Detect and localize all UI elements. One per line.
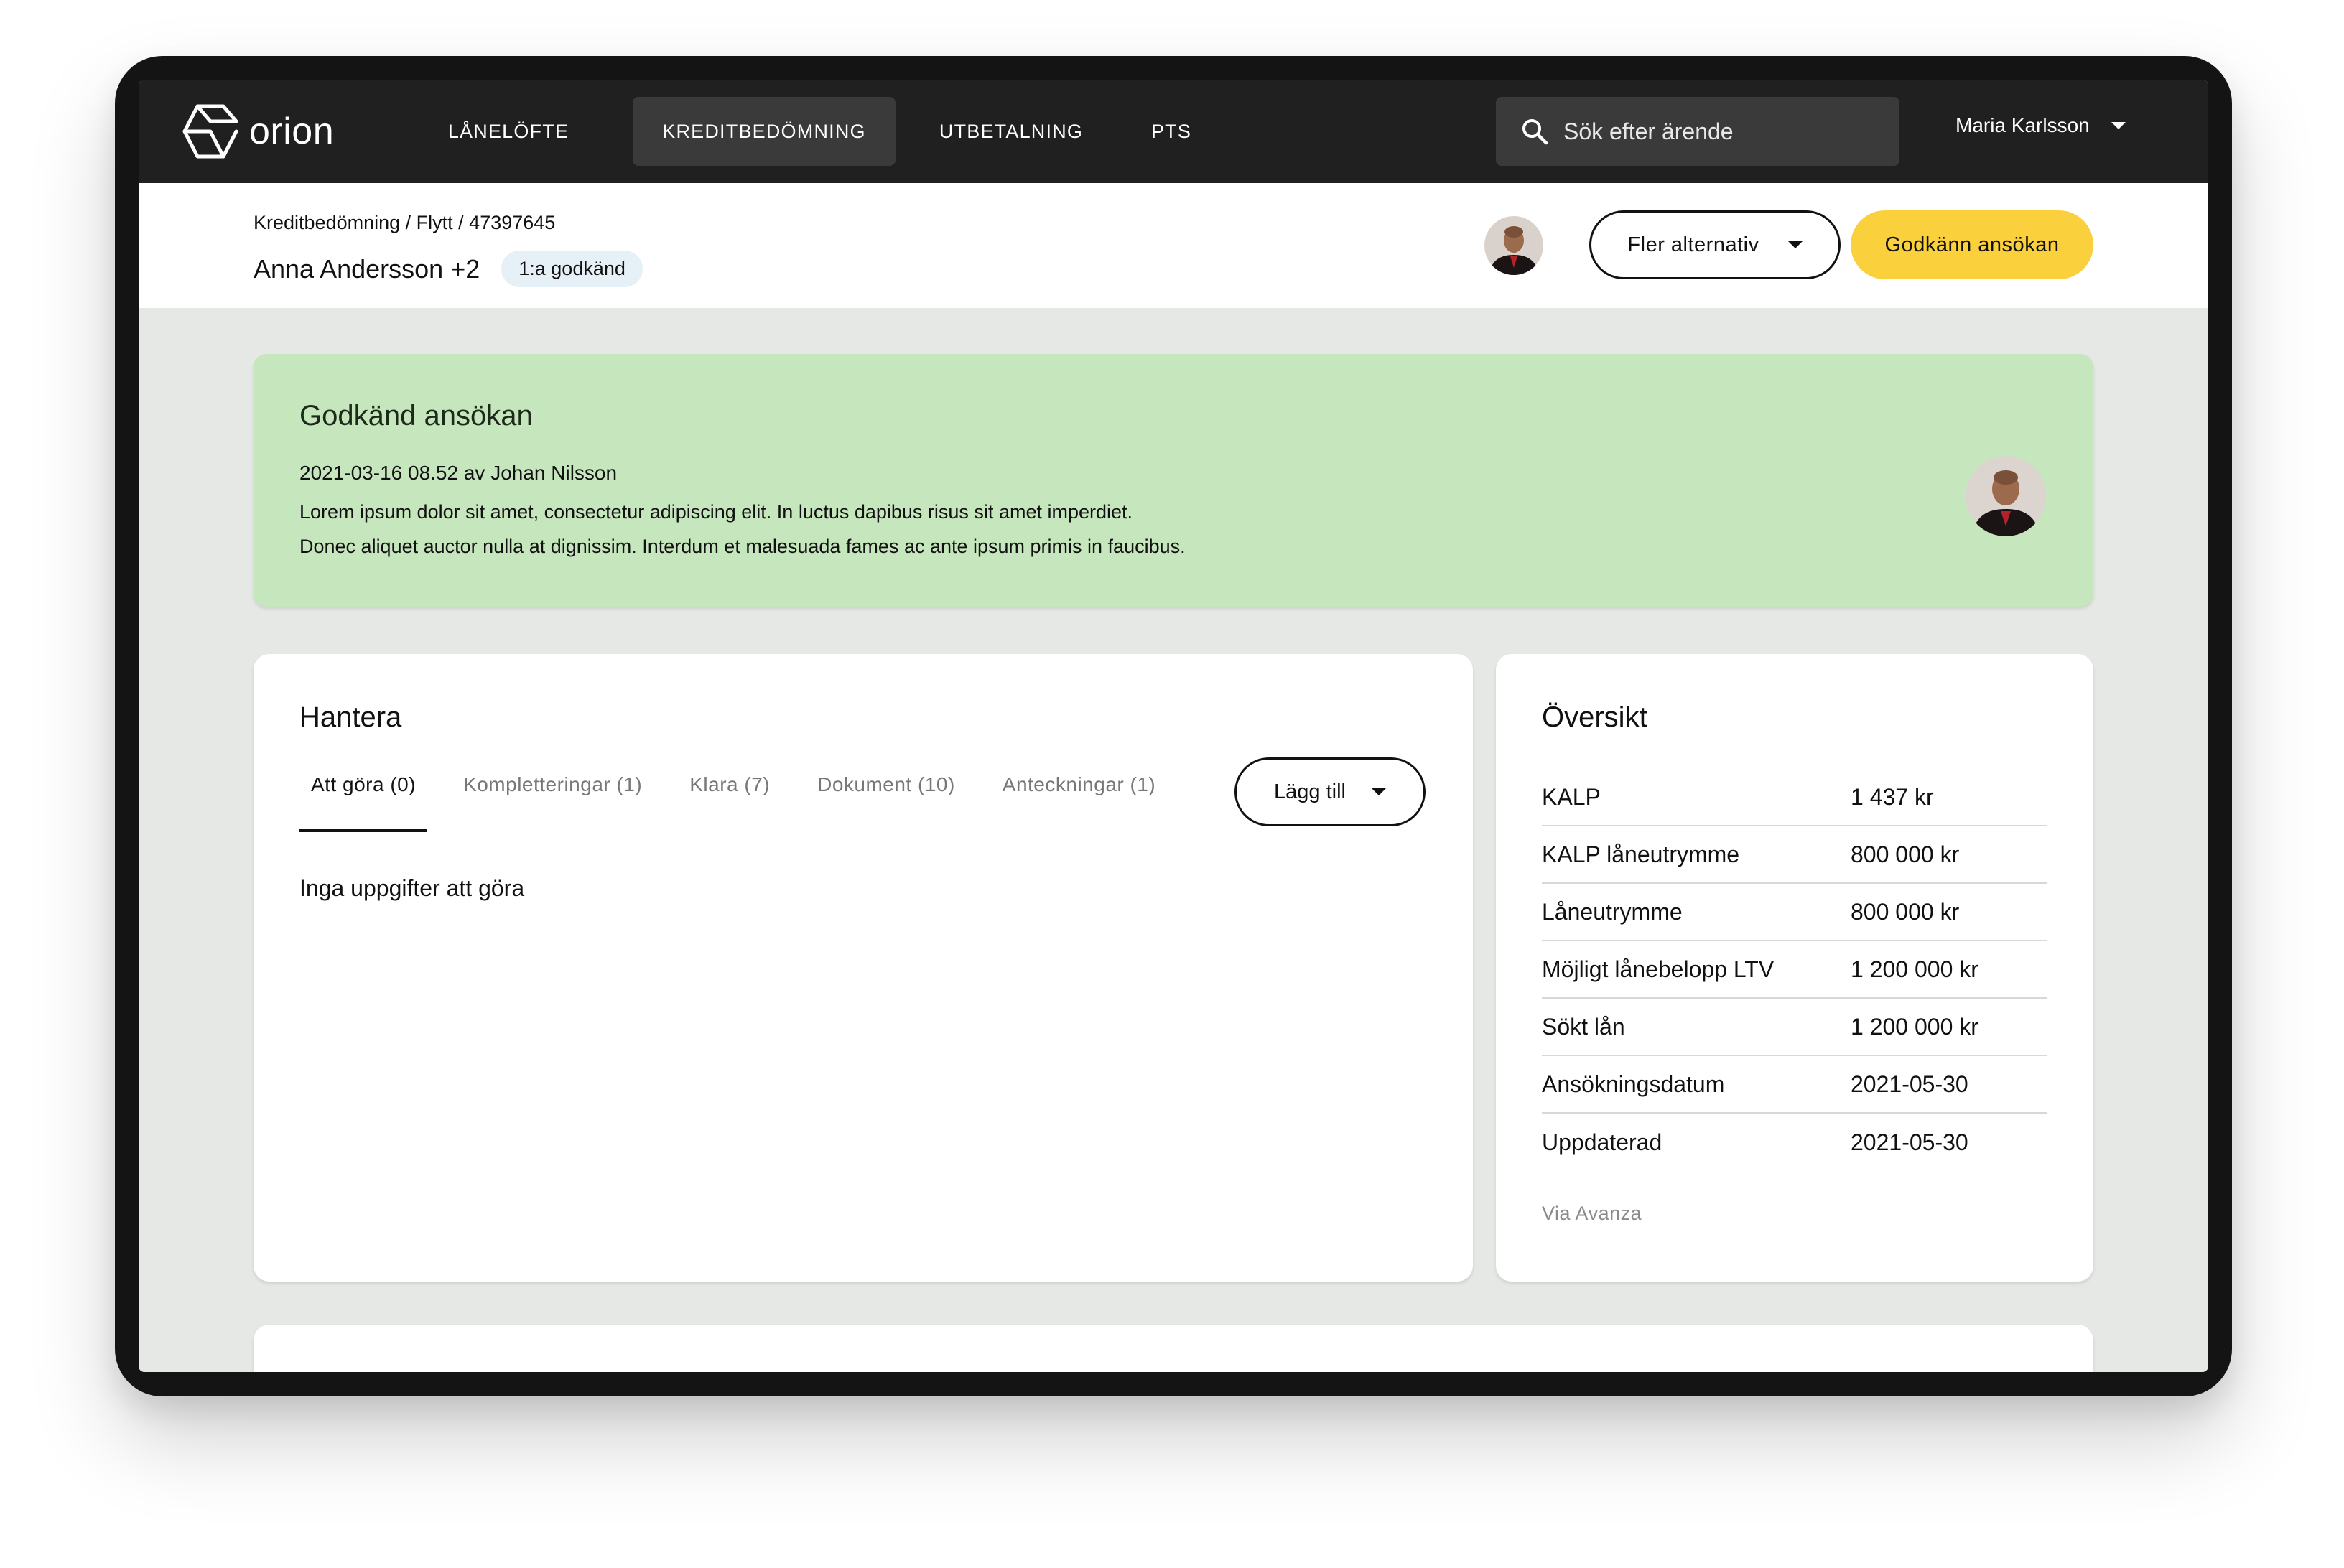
nav-item-pts[interactable]: PTS [1114, 97, 1229, 166]
approve-application-button[interactable]: Godkänn ansökan [1851, 210, 2093, 279]
nav-item-utbetalning[interactable]: UTBETALNING [921, 97, 1101, 166]
manage-title: Hantera [299, 701, 402, 733]
banner-meta: 2021-03-16 08.52 av Johan Nilsson [299, 462, 618, 484]
breadcrumb-item: 47397645 [469, 212, 556, 233]
banner-line: Donec aliquet auctor nulla at dignissim.… [299, 536, 1186, 557]
overview-row: KALP låneutrymme 800 000 kr [1542, 826, 2047, 884]
device-frame: orion LÅNELÖFTE KREDITBEDÖMNING UTBETALN… [115, 56, 2232, 1396]
app-screen: orion LÅNELÖFTE KREDITBEDÖMNING UTBETALN… [139, 80, 2208, 1372]
source-text: Via Avanza [1542, 1203, 1642, 1224]
overview-row: Möjligt lånebelopp LTV 1 200 000 kr [1542, 941, 2047, 999]
caret-down-icon [1371, 788, 1386, 795]
overview-value: 800 000 kr [1851, 841, 1960, 867]
approver-avatar[interactable] [1966, 456, 2046, 536]
overview-value: 2021-05-30 [1851, 1070, 1968, 1097]
overview-row: Uppdaterad 2021-05-30 [1542, 1114, 2047, 1171]
logo[interactable]: orion [182, 104, 334, 159]
overview-card: Översikt KALP 1 437 kr KALP låneutrymme … [1496, 654, 2093, 1282]
avatar-image [1966, 456, 2046, 536]
caret-down-icon [1787, 241, 1803, 248]
breadcrumb-item[interactable]: Flytt [417, 212, 453, 234]
breadcrumb-item[interactable]: Kreditbedömning [254, 212, 400, 234]
overview-value: 1 437 kr [1851, 783, 1934, 810]
avatar[interactable] [1484, 216, 1543, 275]
tab-dokument[interactable]: Dokument (10) [806, 770, 967, 832]
overview-row: Ansökningsdatum 2021-05-30 [1542, 1056, 2047, 1114]
status-badge: 1:a godkänd [501, 251, 643, 287]
overview-value: 1 200 000 kr [1851, 956, 1978, 982]
overview-label: KALP [1542, 783, 1601, 810]
case-title-row: Anna Andersson +2 1:a godkänd [254, 251, 643, 287]
top-navigation: orion LÅNELÖFTE KREDITBEDÖMNING UTBETALN… [139, 80, 2208, 183]
tab-att-gora[interactable]: Att göra (0) [299, 770, 428, 832]
more-options-label: Fler alternativ [1627, 233, 1759, 256]
overview-label: Ansökningsdatum [1542, 1070, 1725, 1097]
overview-row: Låneutrymme 800 000 kr [1542, 884, 2047, 941]
overview-label: Möjligt lånebelopp LTV [1542, 956, 1775, 982]
banner-line: Lorem ipsum dolor sit amet, consectetur … [299, 501, 1133, 523]
search-bar[interactable] [1496, 97, 1899, 166]
overview-value: 2021-05-30 [1851, 1129, 1968, 1155]
user-name: Maria Karlsson [1955, 114, 2090, 136]
overview-title: Översikt [1542, 701, 1647, 733]
overview-label: KALP låneutrymme [1542, 841, 1740, 867]
banner-text: Lorem ipsum dolor sit amet, consectetur … [299, 495, 1186, 564]
search-icon [1522, 119, 1548, 145]
logo-text: orion [249, 111, 335, 152]
caret-down-icon [2111, 122, 2126, 129]
add-button[interactable]: Lägg till [1234, 757, 1426, 826]
approval-banner: Godkänd ansökan 2021-03-16 08.52 av Joha… [254, 354, 2093, 607]
overview-row: KALP 1 437 kr [1542, 769, 2047, 826]
overview-label: Sökt lån [1542, 1013, 1625, 1040]
overview-label: Uppdaterad [1542, 1129, 1662, 1155]
nav-item-laneloefte[interactable]: LÅNELÖFTE [419, 97, 598, 166]
overview-value: 1 200 000 kr [1851, 1013, 1978, 1040]
user-menu[interactable]: Maria Karlsson [1955, 114, 2126, 137]
tab-kompletteringar[interactable]: Kompletteringar (1) [452, 770, 654, 832]
breadcrumb-separator: / [452, 212, 470, 233]
overview-row: Sökt lån 1 200 000 kr [1542, 999, 2047, 1056]
case-name: Anna Andersson +2 [254, 253, 480, 284]
tab-klara[interactable]: Klara (7) [678, 770, 781, 832]
add-button-label: Lägg till [1274, 780, 1346, 803]
overview-label: Låneutrymme [1542, 898, 1683, 925]
bottom-card [254, 1325, 2093, 1372]
avatar-image [1484, 216, 1543, 275]
breadcrumb: Kreditbedömning / Flytt / 47397645 [254, 212, 555, 234]
nav-item-kreditbedomning[interactable]: KREDITBEDÖMNING [633, 97, 896, 166]
breadcrumb-separator: / [400, 212, 417, 233]
banner-title: Godkänd ansökan [299, 400, 533, 431]
search-input[interactable] [1563, 118, 1865, 145]
case-header: Kreditbedömning / Flytt / 47397645 Anna … [139, 183, 2208, 308]
manage-tabs: Att göra (0) Kompletteringar (1) Klara (… [299, 770, 1191, 832]
orion-logo-icon [182, 104, 238, 159]
manage-card: Hantera Att göra (0) Kompletteringar (1)… [254, 654, 1473, 1282]
overview-value: 800 000 kr [1851, 898, 1960, 925]
empty-state-text: Inga uppgifter att göra [299, 875, 525, 901]
overview-table: KALP 1 437 kr KALP låneutrymme 800 000 k… [1542, 769, 2047, 1171]
more-options-button[interactable]: Fler alternativ [1589, 210, 1841, 279]
tab-anteckningar[interactable]: Anteckningar (1) [991, 770, 1167, 832]
